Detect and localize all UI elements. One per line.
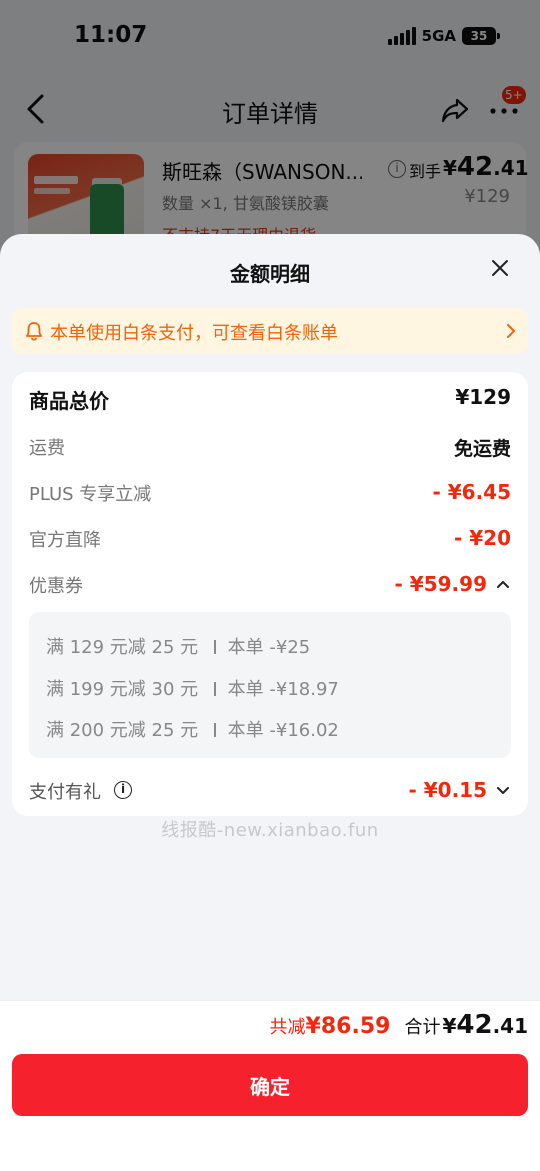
- row-label-goods-total: 商品总价: [29, 389, 109, 413]
- coupon-item: 满 129 元减 25 元 本单 -¥25: [46, 633, 310, 659]
- total-summary: 共减 ¥86.59 合计 ¥ 42 .41: [270, 1010, 528, 1040]
- coupon-applied: 本单 -¥18.97: [227, 679, 339, 700]
- row-label-coupon[interactable]: 优惠券: [29, 572, 83, 598]
- row-label-shipping: 运费: [29, 438, 65, 459]
- confirm-button[interactable]: 确定: [12, 1054, 528, 1116]
- close-icon[interactable]: [488, 256, 512, 280]
- bell-icon: [26, 322, 42, 341]
- row-value-plus-discount: - ¥6.45: [432, 480, 511, 504]
- row-value-shipping: 免运费: [453, 438, 511, 460]
- row-value-payment-gift[interactable]: - ¥0.15: [408, 778, 487, 802]
- row-value-coupon[interactable]: - ¥59.99: [395, 572, 487, 596]
- watermark-text: 线报酷-new.xianbao.fun: [161, 820, 379, 841]
- notice-text: 本单使用白条支付，可查看白条账单: [50, 323, 338, 344]
- chevron-up-icon[interactable]: [495, 578, 511, 590]
- coupon-rule: 满 129 元减 25 元: [46, 637, 199, 658]
- save-label: 共减: [269, 1017, 306, 1038]
- row-label-official-discount: 官方直降: [29, 530, 101, 551]
- row-label-payment-gift[interactable]: 支付有礼: [29, 778, 101, 804]
- coupon-rule: 满 199 元减 30 元: [46, 679, 199, 700]
- total-integer: 42: [456, 1010, 493, 1040]
- row-value-goods-total: ¥129: [455, 385, 511, 409]
- row-value-official-discount: - ¥20: [453, 526, 511, 550]
- coupon-rule: 满 200 元减 25 元: [46, 720, 199, 741]
- coupon-item: 满 199 元减 30 元 本单 -¥18.97: [46, 675, 339, 701]
- coupon-applied: 本单 -¥25: [227, 637, 311, 658]
- coupon-applied: 本单 -¥16.02: [227, 720, 339, 741]
- total-symbol: ¥: [442, 1014, 457, 1038]
- save-value: ¥86.59: [305, 1014, 391, 1039]
- coupon-item: 满 200 元减 25 元 本单 -¥16.02: [46, 716, 339, 742]
- total-label: 合计: [404, 1017, 441, 1038]
- sheet-title: 金额明细: [230, 262, 310, 286]
- info-icon[interactable]: i: [114, 781, 132, 799]
- chevron-right-icon[interactable]: [502, 321, 520, 341]
- total-decimal: .41: [492, 1014, 528, 1038]
- row-label-plus-discount: PLUS 专享立减: [29, 484, 152, 505]
- chevron-down-icon[interactable]: [495, 784, 511, 796]
